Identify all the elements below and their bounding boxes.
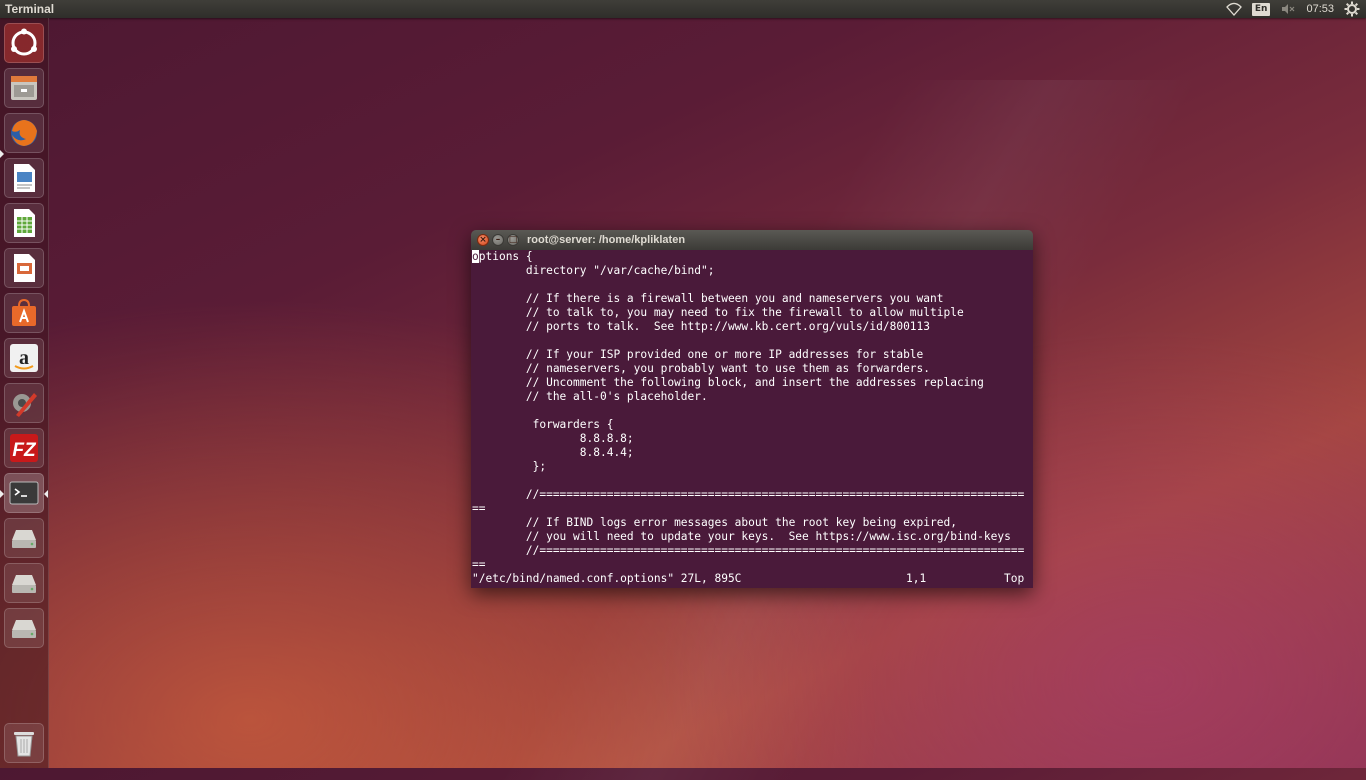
terminal-line: == <box>472 502 486 515</box>
launcher-item-impress[interactable] <box>4 248 44 288</box>
active-app-title: Terminal <box>5 2 55 16</box>
svg-text:FZ: FZ <box>12 440 37 461</box>
scroll-position: Top <box>1004 572 1025 585</box>
terminal-content[interactable]: options { directory "/var/cache/bind"; /… <box>471 250 1033 588</box>
terminal-line: 8.8.8.8; <box>472 432 634 445</box>
launcher-item-software-center[interactable] <box>4 293 44 333</box>
firefox-icon <box>11 120 37 146</box>
svg-text:a: a <box>19 347 29 369</box>
launcher-item-dash[interactable] <box>4 23 44 63</box>
keyboard-layout-indicator[interactable]: En <box>1251 2 1271 16</box>
launcher-item-drive-2[interactable] <box>4 563 44 603</box>
file-info: "/etc/bind/named.conf.options" 27L, 895C <box>472 572 742 585</box>
terminal-line: 8.8.4.4; <box>472 446 634 459</box>
launcher-item-filezilla[interactable]: FZ <box>4 428 44 468</box>
terminal-line: // If your ISP provided one or more IP a… <box>472 348 924 361</box>
hard-drive-icon <box>12 620 36 638</box>
launcher-item-files[interactable] <box>4 68 44 108</box>
ubuntu-logo-icon <box>11 28 37 56</box>
terminal-line: directory "/var/cache/bind"; <box>472 264 715 277</box>
terminal-line: // you will need to update your keys. Se… <box>472 530 1011 543</box>
close-icon: × <box>479 235 487 245</box>
wifi-icon[interactable] <box>1226 1 1242 17</box>
shopping-bag-icon <box>12 298 36 326</box>
text-cursor: o <box>472 250 479 263</box>
launcher-item-system-settings[interactable] <box>4 383 44 423</box>
file-cabinet-icon <box>11 76 37 100</box>
launcher-item-calc[interactable] <box>4 203 44 243</box>
running-indicator <box>0 150 4 158</box>
gear-icon[interactable] <box>1344 1 1360 17</box>
terminal-line: }; <box>472 460 547 473</box>
close-button[interactable]: × <box>477 234 489 246</box>
terminal-line: //======================================… <box>472 544 1025 557</box>
terminal-window[interactable]: × – □ root@server: /home/kpliklaten opti… <box>471 230 1033 588</box>
top-panel: Terminal En 07:53 <box>0 0 1366 18</box>
maximize-icon: □ <box>508 235 518 245</box>
terminal-icon <box>9 481 39 505</box>
libreoffice-impress-icon <box>14 254 35 282</box>
launcher-item-writer[interactable] <box>4 158 44 198</box>
launcher-item-drive-1[interactable] <box>4 518 44 558</box>
maximize-button[interactable]: □ <box>507 234 519 246</box>
libreoffice-writer-icon <box>14 164 35 192</box>
focused-indicator <box>44 490 48 498</box>
terminal-line: options { <box>472 250 533 263</box>
terminal-titlebar[interactable]: × – □ root@server: /home/kpliklaten <box>471 230 1033 250</box>
terminal-line: forwarders { <box>472 418 614 431</box>
launcher-item-firefox[interactable] <box>4 113 44 153</box>
amazon-icon: a <box>10 344 38 372</box>
terminal-line: == <box>472 558 486 571</box>
libreoffice-calc-icon <box>14 209 35 237</box>
terminal-line: // ports to talk. See http://www.kb.cert… <box>472 320 931 333</box>
minimize-button[interactable]: – <box>492 234 504 246</box>
cursor-position: 1,1 <box>906 572 927 585</box>
launcher-item-drive-3[interactable] <box>4 608 44 648</box>
minimize-icon: – <box>495 235 501 245</box>
window-title: root@server: /home/kpliklaten <box>527 234 686 246</box>
terminal-line: //======================================… <box>472 488 1025 501</box>
terminal-line: // If BIND logs error messages about the… <box>472 516 957 529</box>
terminal-line: // the all-0's placeholder. <box>472 390 708 403</box>
volume-muted-icon[interactable] <box>1280 1 1296 17</box>
terminal-line: // Uncomment the following block, and in… <box>472 376 984 389</box>
hard-drive-icon <box>12 530 36 548</box>
filezilla-icon: FZ <box>10 434 38 462</box>
clock[interactable]: 07:53 <box>1306 0 1334 18</box>
launcher-item-terminal[interactable] <box>4 473 44 513</box>
terminal-line: // nameservers, you probably want to use… <box>472 362 931 375</box>
launcher-item-amazon[interactable]: a <box>4 338 44 378</box>
terminal-line: // If there is a firewall between you an… <box>472 292 944 305</box>
settings-wrench-icon <box>13 393 37 417</box>
hard-drive-icon <box>12 575 36 593</box>
launcher-item-trash[interactable] <box>4 723 44 763</box>
indicator-area: En 07:53 <box>1226 0 1360 18</box>
trash-icon <box>14 732 34 757</box>
launcher: a FZ <box>0 18 49 768</box>
terminal-line: // to talk to, you may need to fix the f… <box>472 306 964 319</box>
vim-status-line: "/etc/bind/named.conf.options" 27L, 895C… <box>472 572 1032 586</box>
